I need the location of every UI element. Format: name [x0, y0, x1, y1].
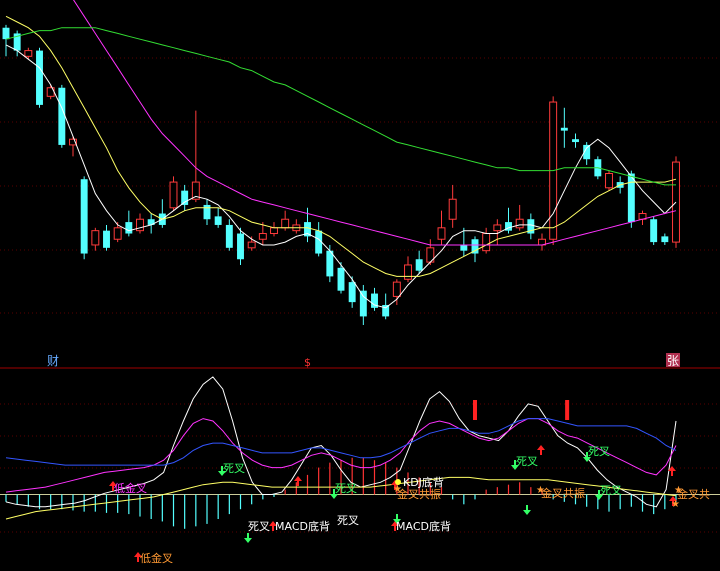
candle-body [605, 173, 613, 189]
annotation-low-gold-cross: 低金叉 [140, 551, 173, 565]
candle-body [58, 87, 66, 145]
candle-body [237, 233, 244, 260]
candle-body [181, 190, 189, 205]
candle-body [515, 218, 524, 229]
candle-body [460, 244, 468, 251]
candle-body [404, 264, 412, 280]
candle-body [650, 219, 658, 243]
marker-cai: 财 [47, 354, 59, 368]
candle-body [91, 230, 100, 246]
candle-body [281, 218, 290, 229]
candle-body [337, 267, 345, 291]
candle-body [493, 224, 502, 232]
annotation-dead-cross: 死叉 [600, 484, 622, 497]
candle-body [437, 227, 446, 240]
candle-body [482, 233, 491, 252]
annotation-macd-bottom: MACD底背 [275, 519, 330, 533]
candle-body [392, 281, 401, 297]
candle-body [448, 198, 457, 220]
annotation-gold-resonance: 金叉共振 [397, 487, 441, 501]
annotation-gold-resonance: 金叉共 [677, 487, 710, 501]
candle-body [214, 216, 222, 225]
candle-body [136, 218, 144, 232]
candle-body [2, 27, 10, 40]
candle-body [103, 230, 110, 248]
annotation-dead-cross: 死叉 [588, 445, 610, 458]
signal-marker [473, 400, 477, 420]
candle-body [359, 290, 367, 317]
candle-body [225, 224, 233, 248]
candle-body [80, 179, 88, 254]
marker-zhang: 张 [667, 354, 679, 368]
candle-body [661, 236, 669, 243]
candle-body [36, 50, 43, 105]
candle-body [24, 50, 33, 57]
annotation-kdj-bottom: KDJ底背 [403, 475, 444, 489]
candle-body [672, 161, 680, 243]
marker-dollar: $ [304, 356, 311, 369]
candle-body [270, 227, 278, 235]
candle-body [125, 222, 133, 234]
annotation-dead-cross: 死叉 [516, 455, 538, 468]
candle-body [258, 233, 267, 240]
annotation-dead-cross: 死叉 [337, 514, 359, 527]
candle-body [113, 227, 122, 240]
candle-body [348, 282, 356, 303]
candle-body [627, 173, 635, 223]
annotation-dead-cross: 死叉 [248, 520, 270, 533]
signal-marker [565, 400, 570, 420]
annotation-dead-cross: 死叉 [335, 482, 357, 495]
annotation-gold-resonance: 金叉共振 [541, 486, 585, 500]
candle-body [203, 204, 211, 220]
candle-body [415, 259, 423, 271]
candle-body [169, 181, 178, 209]
annotation-dead-cross: 死叉 [223, 462, 245, 475]
candle-body [247, 241, 256, 249]
stock-chart: ★ ★ ★★ 财 $ 张 低金叉 死叉 死叉 KDJ底背 金叉共振 死叉 死叉 金叉… [0, 0, 720, 571]
kdj-dot [395, 479, 401, 485]
annotation-low-gold-cross: 低金叉 [114, 481, 147, 495]
candle-body [560, 127, 568, 131]
annotation-macd-bottom: MACD底背 [396, 519, 451, 533]
candle-body [572, 139, 579, 143]
